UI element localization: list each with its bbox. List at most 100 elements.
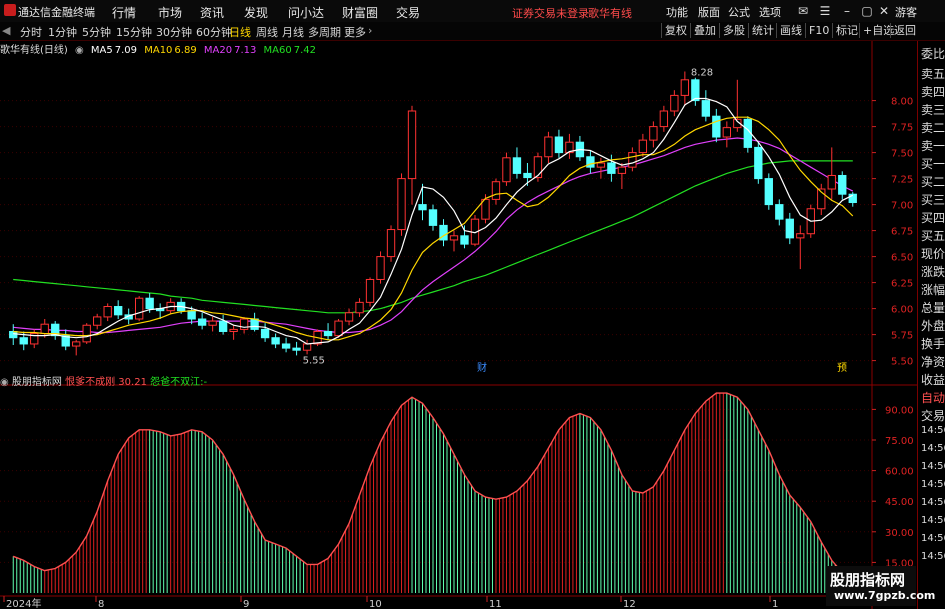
btn-tongji[interactable]: 统计 [748, 23, 777, 38]
candle-body [292, 347, 301, 351]
btn-huaxian[interactable]: 画线 [776, 23, 805, 38]
menu-zixun[interactable]: 资讯 [200, 4, 224, 21]
candle-body [376, 256, 385, 280]
menu-xuanxiang[interactable]: 选项 [759, 4, 781, 20]
indicator-tick-label: 75.00 [885, 436, 914, 447]
watermark-name: 股朋指标网 [830, 571, 906, 589]
minimize-icon[interactable]: – [840, 4, 854, 18]
app-title: 通达信金融终端 [18, 6, 95, 19]
candle-body [114, 306, 123, 316]
period-monthly[interactable]: 月线 [282, 24, 304, 40]
candle-body [82, 324, 91, 343]
rp-buy1[interactable]: 买一 [921, 155, 945, 172]
quote-panel: 委比 卖五 卖四 卖三 卖二 卖一 买一 买二 买三 买四 买五 现价 涨跌 涨… [917, 41, 945, 609]
mail-icon[interactable]: ✉ [796, 4, 810, 18]
low-price-label: 5.55 [303, 355, 325, 366]
rp-price[interactable]: 现价 [921, 245, 945, 262]
candle-body [428, 209, 438, 226]
login-warning[interactable]: 证券交易未登录 [512, 5, 589, 21]
rp-outer[interactable]: 外盘 [921, 317, 945, 334]
rp-change-pct[interactable]: 涨幅 [921, 281, 945, 298]
period-15min[interactable]: 15分钟 [116, 24, 152, 40]
period-60min[interactable]: 60分钟 [196, 24, 232, 40]
rp-netasset[interactable]: 净资 [921, 353, 945, 370]
rp-weibi[interactable]: 委比 [921, 45, 945, 62]
candle-body [712, 115, 721, 138]
settings-icon[interactable]: ☰ [818, 4, 832, 18]
maximize-icon[interactable]: ▢ [860, 4, 874, 18]
rp-volume[interactable]: 总量 [921, 299, 945, 316]
rp-trade[interactable]: 交易 [921, 407, 945, 424]
btn-biaoji[interactable]: 标记 [832, 23, 861, 38]
candle-body [145, 297, 154, 310]
rp-sell5[interactable]: 卖五 [921, 65, 945, 82]
period-daily[interactable]: 日线 [229, 24, 251, 40]
menu-faxian[interactable]: 发现 [244, 4, 268, 21]
candle-body [418, 204, 427, 211]
btn-fanhui[interactable]: 返回 [890, 23, 919, 38]
period-toolbar: ◀ 分时 1分钟 5分钟 15分钟 30分钟 60分钟 日线 周线 月线 多周期… [0, 22, 945, 41]
user-guest[interactable]: 游客 [895, 4, 917, 20]
candle-body [365, 278, 375, 303]
candle-body [397, 178, 406, 231]
period-weekly[interactable]: 周线 [256, 24, 278, 40]
menu-jiaoyi[interactable]: 交易 [396, 4, 420, 21]
candle-body [659, 110, 669, 128]
btn-duogu[interactable]: 多股 [719, 23, 748, 38]
forecast-marker[interactable]: 预 [837, 362, 847, 374]
menu-gongneng[interactable]: 功能 [666, 4, 688, 20]
period-1min[interactable]: 1分钟 [48, 24, 77, 40]
btn-diejia[interactable]: 叠加 [690, 23, 719, 38]
candle-body [187, 310, 196, 320]
price-tick-label: 6.00 [891, 305, 913, 316]
rp-change[interactable]: 涨跌 [921, 263, 945, 280]
finance-marker[interactable]: 财 [477, 361, 487, 374]
indicator-tick-label: 90.00 [885, 405, 914, 416]
rp-turnover[interactable]: 换手 [921, 335, 945, 352]
kline-chart[interactable]: 8.00 7.75 7.50 7.25 7.00 6.75 6.50 6.25 6.00 5.75… [0, 41, 917, 609]
rp-earnings[interactable]: 收益 [921, 371, 945, 388]
rp-sell2[interactable]: 卖二 [921, 119, 945, 136]
price-tick-label: 5.50 [891, 357, 913, 368]
rp-buy3[interactable]: 买三 [921, 191, 945, 208]
price-tick-label: 6.50 [891, 253, 913, 264]
candle-body [93, 316, 102, 326]
menu-banmian[interactable]: 版面 [698, 4, 720, 20]
menu-wenxiaoda[interactable]: 问小达 [288, 4, 324, 21]
nav-prev-icon[interactable]: ◀ [2, 24, 10, 37]
menu-gongshi[interactable]: 公式 [728, 4, 750, 20]
rp-sell3[interactable]: 卖三 [921, 101, 945, 118]
candle-body [344, 312, 354, 322]
indicator-line2-label: 怨爸不双江 [150, 377, 201, 388]
candle-body [197, 318, 207, 326]
rp-sell4[interactable]: 卖四 [921, 83, 945, 100]
period-fenshi[interactable]: 分时 [20, 24, 42, 40]
indicator-settings-icon[interactable]: ◉ [0, 377, 9, 388]
rp-time: 14:56 [921, 443, 945, 454]
menu-hangqing[interactable]: 行情 [112, 4, 136, 21]
period-5min[interactable]: 5分钟 [82, 24, 111, 40]
rp-buy2[interactable]: 买二 [921, 173, 945, 190]
rp-buy5[interactable]: 买五 [921, 227, 945, 244]
period-30min[interactable]: 30分钟 [156, 24, 192, 40]
candlesticks [9, 71, 857, 356]
period-multi[interactable]: 多周期 [308, 24, 341, 40]
menu-caifuquan[interactable]: 财富圈 [342, 4, 378, 21]
close-icon[interactable]: ✕ [877, 4, 891, 18]
menu-shichang[interactable]: 市场 [158, 4, 182, 21]
date-label: 11 [489, 599, 502, 609]
btn-f10[interactable]: F10 [805, 23, 832, 38]
period-more[interactable]: 更多 [344, 24, 366, 40]
ma60-line [13, 160, 853, 314]
chevron-right-icon[interactable]: › [368, 24, 372, 37]
btn-fuquan[interactable]: 复权 [661, 23, 690, 38]
candle-body [827, 174, 836, 190]
price-tick-label: 7.25 [891, 175, 913, 186]
price-tick-label: 7.00 [891, 201, 913, 212]
date-label: 2024年 [6, 597, 41, 609]
rp-sell1[interactable]: 卖一 [921, 137, 945, 154]
rp-auto[interactable]: 自动 [921, 389, 945, 406]
candle-body [544, 136, 553, 158]
candle-body [785, 218, 794, 239]
rp-buy4[interactable]: 买四 [921, 209, 945, 226]
